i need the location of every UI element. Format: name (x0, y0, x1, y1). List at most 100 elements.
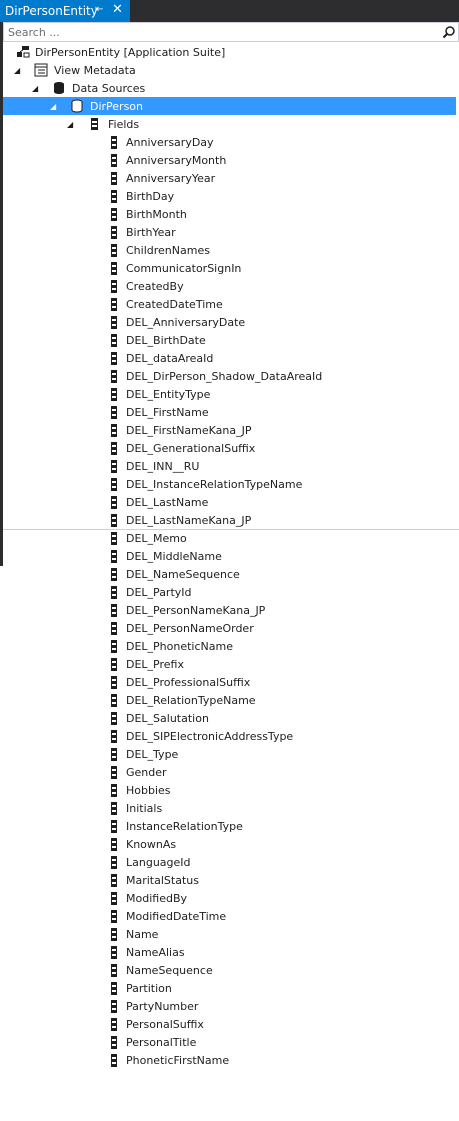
tree-node-field[interactable]: DEL_GenerationalSuffix (0, 439, 459, 457)
close-icon[interactable]: ✕ (112, 2, 123, 17)
field-icon (111, 1054, 117, 1067)
field-icon (111, 1036, 117, 1049)
expand-arrow-icon[interactable]: ◢ (67, 120, 76, 129)
tree-node-field[interactable]: CreatedBy (0, 277, 459, 295)
tree-node-data-sources[interactable]: ◢ Data Sources (0, 79, 459, 97)
tree-node-field[interactable]: DEL_Type (0, 745, 459, 763)
tree-node-field[interactable]: KnownAs (0, 835, 459, 853)
tree-node-field[interactable]: AnniversaryDay (0, 133, 459, 151)
tree-node-field[interactable]: BirthMonth (0, 205, 459, 223)
tree-node-label: DEL_Type (126, 747, 179, 761)
tree-node-label: DEL_AnniversaryDate (126, 315, 246, 329)
tree-node-label: AnniversaryYear (126, 171, 216, 185)
tree-node-field[interactable]: DEL_PartyId (0, 583, 459, 601)
tree-node-field[interactable]: MaritalStatus (0, 871, 459, 889)
tree-node-field[interactable]: DEL_dataAreaId (0, 349, 459, 367)
tree-node-field[interactable]: DEL_NameSequence (0, 565, 459, 583)
tree-node-label: ModifiedBy (126, 891, 187, 905)
tree-node-field[interactable]: Initials (0, 799, 459, 817)
tree-node-field[interactable]: DEL_MiddleName (0, 547, 459, 565)
tree-node-field[interactable]: Gender (0, 763, 459, 781)
tree-node-field[interactable]: InstanceRelationType (0, 817, 459, 835)
tree-node-field[interactable]: DEL_PersonNameOrder (0, 619, 459, 637)
tree-node-field[interactable]: DEL_LastName (0, 493, 459, 511)
tree-node-field[interactable]: ChildrenNames (0, 241, 459, 259)
tree-node-field[interactable]: PhoneticFirstName (0, 1051, 459, 1069)
tree-node-field[interactable]: BirthDay (0, 187, 459, 205)
tree-node-field[interactable]: BirthYear (0, 223, 459, 241)
pin-icon[interactable]: ⇤ (95, 4, 103, 15)
tree-node-field[interactable]: DEL_Memo (0, 529, 459, 547)
tree-node-label: DEL_SIPElectronicAddressType (126, 729, 294, 743)
field-icon (111, 622, 117, 635)
tree-node-root[interactable]: DirPersonEntity [Application Suite] (0, 43, 459, 61)
tree-node-field[interactable]: DEL_PersonNameKana_JP (0, 601, 459, 619)
tree-node-field[interactable]: DEL_ProfessionalSuffix (0, 673, 459, 691)
tree-node-field[interactable]: DEL_BirthDate (0, 331, 459, 349)
field-icon (111, 712, 117, 725)
tree-node-field[interactable]: DEL_Salutation (0, 709, 459, 727)
tree-node-field[interactable]: DEL_LastNameKana_JP (0, 511, 459, 529)
tree-node-fields[interactable]: ◢ Fields (0, 115, 459, 133)
expand-arrow-icon[interactable]: ◢ (32, 84, 41, 93)
tree-node-label: KnownAs (126, 837, 177, 851)
tree-node-field[interactable]: AnniversaryMonth (0, 151, 459, 169)
tree-node-label: Gender (126, 765, 167, 779)
field-icon (111, 334, 117, 347)
tree-node-field[interactable]: DEL_SIPElectronicAddressType (0, 727, 459, 745)
field-icon (111, 928, 117, 941)
tree-node-field[interactable]: DEL_PhoneticName (0, 637, 459, 655)
tree-node-field[interactable]: NameSequence (0, 961, 459, 979)
expand-arrow-icon[interactable]: ◢ (50, 102, 59, 111)
tree-node-field[interactable]: CreatedDateTime (0, 295, 459, 313)
tree-node-field[interactable]: DEL_InstanceRelationTypeName (0, 475, 459, 493)
tree-node-field[interactable]: PersonalSuffix (0, 1015, 459, 1033)
tree-node-field[interactable]: DEL_FirstName (0, 403, 459, 421)
database-icon (54, 82, 64, 94)
tree-node-field[interactable]: ModifiedBy (0, 889, 459, 907)
field-icon (111, 892, 117, 905)
tree-node-field[interactable]: Hobbies (0, 781, 459, 799)
tree-node-label: DEL_dataAreaId (126, 351, 214, 365)
field-icon (111, 694, 117, 707)
search-input[interactable] (4, 23, 428, 41)
tree-node-field[interactable]: DEL_DirPerson_Shadow_DataAreaId (0, 367, 459, 385)
tree-node-field[interactable]: DEL_RelationTypeName (0, 691, 459, 709)
tree-node-label: BirthDay (126, 189, 175, 203)
tree-node-dirperson[interactable]: ◢ DirPerson (3, 97, 456, 115)
tree-node-field[interactable]: DEL_AnniversaryDate (0, 313, 459, 331)
field-icon (111, 532, 117, 545)
field-icon (111, 604, 117, 617)
datasource-icon (71, 99, 83, 113)
tree-node-field[interactable]: LanguageId (0, 853, 459, 871)
tree-node-label: DirPerson (90, 99, 144, 113)
tree-node-field[interactable]: AnniversaryYear (0, 169, 459, 187)
tree-node-field[interactable]: PartyNumber (0, 997, 459, 1015)
field-icon (111, 1018, 117, 1031)
field-icon (111, 910, 117, 923)
tree-node-field[interactable]: PersonalTitle (0, 1033, 459, 1051)
tree-node-field[interactable]: CommunicatorSignIn (0, 259, 459, 277)
tree-node-field[interactable]: Partition (0, 979, 459, 997)
tree-node-label: DEL_LastNameKana_JP (126, 513, 252, 527)
tree-node-field[interactable]: DEL_Prefix (0, 655, 459, 673)
field-icon (111, 730, 117, 743)
tab-dirpersonentity[interactable]: DirPersonEntity ⇤ ✕ (0, 0, 130, 22)
field-icon (111, 550, 117, 563)
tree-node-field[interactable]: DEL_EntityType (0, 385, 459, 403)
tree-node-field[interactable]: DEL_FirstNameKana_JP (0, 421, 459, 439)
tree-node-label: MaritalStatus (126, 873, 199, 887)
tree-node-label: InstanceRelationType (126, 819, 243, 833)
field-icon (111, 262, 117, 275)
tree-node-label: DEL_FirstName (126, 405, 209, 419)
tree-node-label: AnniversaryDay (126, 135, 214, 149)
tree-node-view-metadata[interactable]: ◢ View Metadata (0, 61, 459, 79)
field-icon (111, 784, 117, 797)
tree-node-field[interactable]: ModifiedDateTime (0, 907, 459, 925)
tree-node-field[interactable]: NameAlias (0, 943, 459, 961)
search-icon[interactable] (442, 25, 456, 39)
view-metadata-icon (34, 63, 48, 77)
tree-node-field[interactable]: DEL_INN__RU (0, 457, 459, 475)
expand-arrow-icon[interactable]: ◢ (14, 66, 23, 75)
tree-node-field[interactable]: Name (0, 925, 459, 943)
